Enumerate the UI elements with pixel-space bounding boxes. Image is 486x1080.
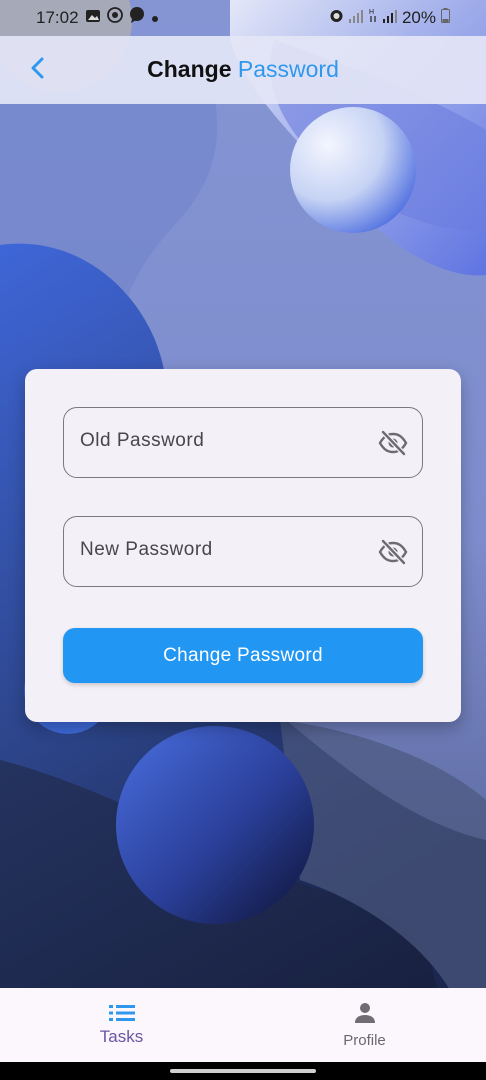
gallery-icon [85, 8, 101, 28]
page-title-part1: Change [147, 56, 232, 82]
whatsapp-icon [106, 7, 123, 28]
list-icon [108, 1005, 135, 1021]
signal-icon [382, 8, 397, 28]
nav-label-profile: Profile [343, 1031, 386, 1049]
status-bar: 17:02 H 20% [0, 0, 486, 36]
new-password-label: New Password [80, 539, 213, 560]
status-right: H 20% [329, 7, 450, 28]
signal-icon [348, 8, 363, 28]
nav-label-tasks: Tasks [99, 1027, 144, 1046]
old-password-field[interactable]: Old Password [63, 407, 423, 478]
bottom-nav: Tasks Profile [0, 988, 486, 1062]
page-title-part2: Password [237, 56, 339, 82]
app-bar: Change Password [0, 36, 486, 104]
home-indicator[interactable] [170, 1069, 316, 1073]
eye-off-icon[interactable] [378, 428, 408, 458]
old-password-label: Old Password [80, 430, 205, 451]
system-gesture-bar [0, 1062, 486, 1080]
nav-item-profile[interactable]: Profile [243, 988, 486, 1062]
nav-item-tasks[interactable]: Tasks [0, 988, 243, 1062]
change-password-card: Old Password New Password Change Passwor… [25, 369, 461, 722]
status-left: 17:02 [36, 7, 159, 28]
page-title: Change Password [0, 56, 486, 83]
data-icon: H [368, 7, 378, 28]
battery-icon [441, 7, 450, 28]
status-time: 17:02 [36, 7, 79, 27]
alarm-icon [329, 8, 344, 28]
person-icon [354, 1002, 375, 1023]
change-password-button[interactable]: Change Password [63, 628, 423, 683]
new-password-field[interactable]: New Password [63, 516, 423, 587]
chat-icon [129, 7, 145, 28]
svg-text:H: H [369, 9, 374, 16]
eye-off-icon[interactable] [378, 537, 408, 567]
battery-percent: 20% [401, 7, 436, 27]
dot-icon [151, 8, 159, 28]
